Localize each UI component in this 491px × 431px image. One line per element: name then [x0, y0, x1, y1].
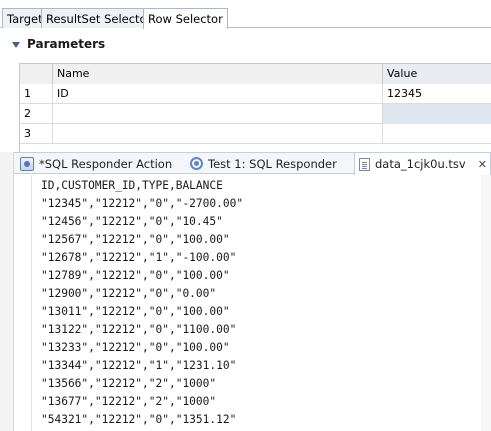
- editor-ruler: [14, 175, 32, 431]
- config-tab-strip: Target ResultSet Selector Row Selector: [0, 0, 491, 29]
- file-icon: [359, 157, 370, 171]
- table-row[interactable]: 2: [20, 104, 491, 124]
- column-header-value[interactable]: Value: [383, 64, 491, 84]
- table-row[interactable]: 3: [20, 124, 491, 144]
- tab-resultset-selector[interactable]: ResultSet Selector: [41, 8, 157, 28]
- column-header-rownum: [20, 64, 53, 84]
- file-line: "12567","12212","0","100.00": [41, 233, 230, 246]
- close-icon[interactable]: ✕: [478, 158, 487, 171]
- text-editor[interactable]: ID,CUSTOMER_ID,TYPE,BALANCE "12345","122…: [14, 175, 491, 431]
- file-line: "12789","12212","0","100.00": [41, 269, 230, 282]
- tab-data-file[interactable]: data_1cjk0u.tsv ✕: [354, 153, 491, 175]
- param-name-cell[interactable]: [53, 104, 383, 124]
- file-line: "12456","12212","0","10.45": [41, 215, 223, 228]
- table-header-row: Name Value: [20, 64, 491, 84]
- param-value-cell[interactable]: 12345: [383, 84, 491, 104]
- table-row[interactable]: 1 ID 12345: [20, 84, 491, 104]
- sql-responder-icon: [20, 156, 34, 171]
- file-line: "13344","12212","1","1231.10": [41, 359, 237, 372]
- row-number: 2: [20, 104, 53, 124]
- editor-left-margin: [0, 152, 14, 431]
- file-line: "13677","12212","2","1000": [41, 395, 217, 408]
- parameters-title: Parameters: [27, 37, 106, 51]
- editor-tab-strip: *SQL Responder Action Test 1: SQL Respon…: [14, 152, 491, 175]
- row-number: 1: [20, 84, 53, 104]
- column-header-name[interactable]: Name: [53, 64, 383, 84]
- file-line: "12345","12212","0","-2700.00": [41, 197, 244, 210]
- file-line: "12900","12212","0","0.00": [41, 287, 217, 300]
- param-name-cell[interactable]: ID: [53, 84, 383, 104]
- file-line: "54321","12212","0","1351.12": [41, 413, 237, 426]
- tab-label: Test 1: SQL Responder: [208, 156, 337, 171]
- tab-label: data_1cjk0u.tsv: [375, 157, 466, 171]
- file-line: "13233","12212","0","100.00": [41, 341, 230, 354]
- parameters-table: Name Value 1 ID 12345 2 3: [19, 63, 491, 153]
- file-line: "12678","12212","1","-100.00": [41, 251, 237, 264]
- file-line: "13122","12212","0","1100.00": [41, 323, 237, 336]
- tab-row-selector[interactable]: Row Selector: [143, 8, 228, 29]
- param-value-cell[interactable]: [383, 104, 491, 124]
- tab-test-1-sql-responder[interactable]: Test 1: SQL Responder: [186, 153, 351, 174]
- tab-sql-responder-action[interactable]: *SQL Responder Action: [16, 153, 184, 174]
- parameters-section-header[interactable]: Parameters: [12, 36, 105, 52]
- param-value-cell[interactable]: [383, 124, 491, 144]
- file-line: "13566","12212","2","1000": [41, 377, 217, 390]
- test-icon: [190, 157, 203, 170]
- tab-label: *SQL Responder Action: [39, 156, 173, 171]
- param-name-cell[interactable]: [53, 124, 383, 144]
- file-line: "13011","12212","0","100.00": [41, 305, 230, 318]
- file-line: ID,CUSTOMER_ID,TYPE,BALANCE: [41, 179, 223, 192]
- collapse-twisty-icon[interactable]: [12, 41, 20, 48]
- row-number: 3: [20, 124, 53, 144]
- vertical-scrollbar[interactable]: [481, 175, 491, 431]
